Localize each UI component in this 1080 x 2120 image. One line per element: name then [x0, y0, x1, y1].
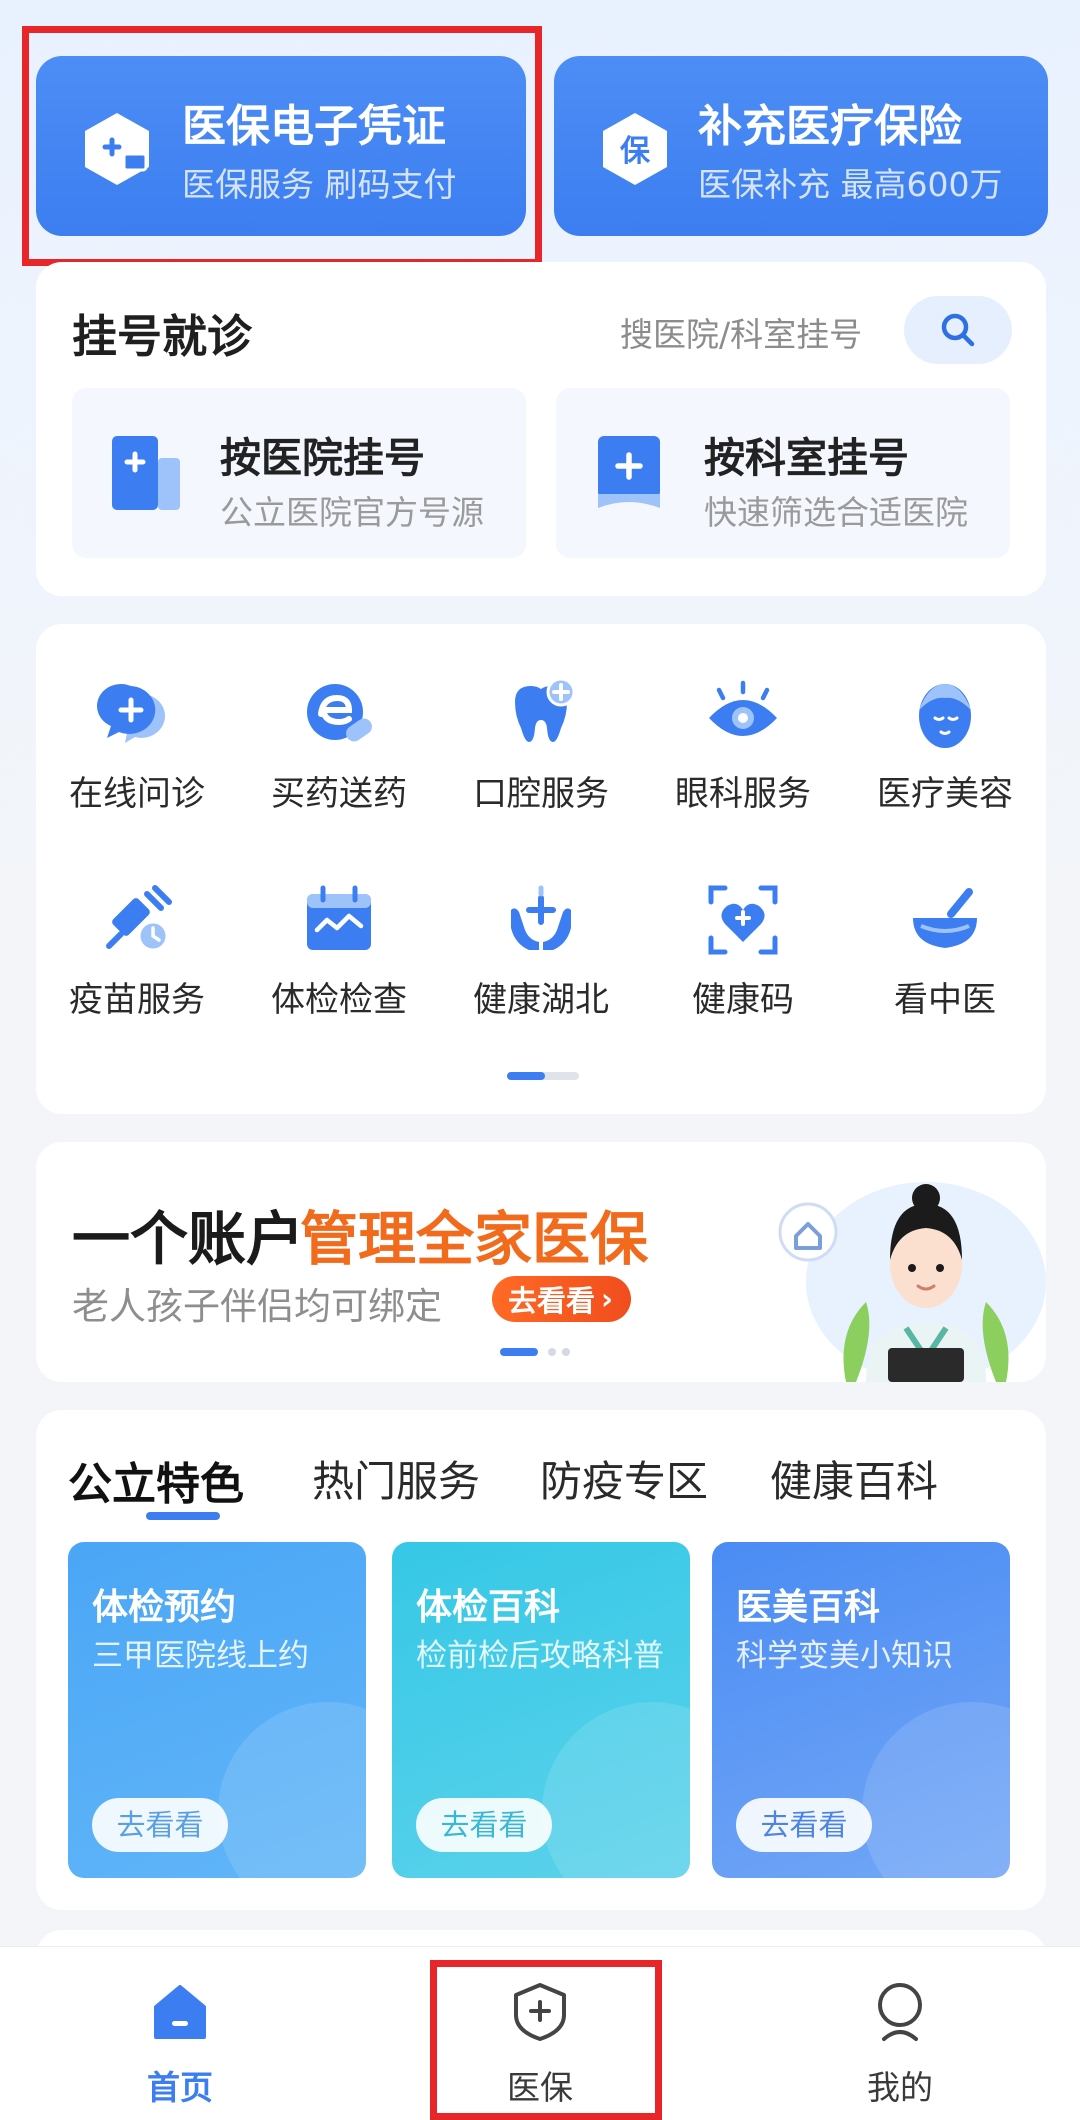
nav-label: 首页 — [147, 2068, 213, 2107]
bottom-navigation: 首页 医保 我的 — [0, 1946, 1080, 2120]
feature-card-title: 体检预约 — [92, 1587, 237, 1628]
supplementary-insurance-card[interactable]: 保 补充医疗保险 医保补充 最高600万 — [554, 56, 1048, 236]
insurance-badge-text: 保 — [620, 134, 650, 169]
service-online-consult[interactable]: 在线问诊 — [36, 644, 238, 824]
service-label: 医疗美容 — [877, 774, 1013, 814]
card-decoration — [218, 1702, 366, 1878]
service-grid-pager — [507, 1072, 579, 1080]
family-account-banner[interactable]: 一个账户 管理全家医保 老人孩子伴侣均可绑定 去看看 › — [36, 1142, 1046, 1382]
feature-card-button[interactable]: 去看看 — [92, 1798, 228, 1852]
service-label: 健康码 — [692, 980, 794, 1020]
pager-thumb — [507, 1072, 545, 1080]
medical-insurance-ecard[interactable]: 医保电子凭证 医保服务 刷码支付 — [36, 56, 526, 236]
tcm-mortar-icon — [913, 888, 977, 948]
service-label: 眼科服务 — [675, 774, 811, 814]
register-by-department[interactable]: 按科室挂号 快速筛选合适医院 — [556, 388, 1010, 558]
service-grid-panel: 在线问诊 买药送药 口腔服务 眼科服务 医疗美容 疫苗服务 体检检查 健康湖北 … — [36, 624, 1046, 1114]
medical-card-hex-icon — [85, 113, 149, 185]
service-medical-beauty[interactable]: 医疗美容 — [844, 644, 1046, 824]
active-tab-indicator — [146, 1512, 220, 1520]
ecard-title: 医保电子凭证 — [182, 101, 446, 152]
registration-search-button[interactable] — [904, 296, 1012, 364]
beauty-face-icon — [919, 684, 971, 748]
service-health-hubei[interactable]: 健康湖北 — [440, 850, 642, 1030]
register-by-hospital-title: 按医院挂号 — [220, 434, 425, 482]
card-decoration — [862, 1702, 1010, 1878]
feature-card-subtitle: 三甲医院线上约 — [92, 1638, 309, 1674]
banner-title: 一个账户 — [72, 1205, 305, 1273]
service-label: 健康湖北 — [473, 980, 609, 1020]
nav-label: 我的 — [867, 2068, 933, 2107]
banner-title-accent: 管理全家医保 — [300, 1205, 649, 1273]
register-by-hospital[interactable]: 按医院挂号 公立医院官方号源 — [72, 388, 526, 558]
ecard-subtitle: 医保服务 刷码支付 — [182, 165, 457, 204]
chevron-right-icon: › — [601, 1282, 613, 1316]
feature-card-title: 医美百科 — [736, 1587, 881, 1628]
registration-title: 挂号就诊 — [72, 310, 253, 363]
banner-button-label: 去看看 — [508, 1284, 596, 1318]
department-icon — [598, 436, 660, 508]
register-by-department-subtitle: 快速筛选合适医院 — [704, 493, 968, 532]
banner-carousel-dots — [500, 1348, 570, 1356]
service-ophthalmology[interactable]: 眼科服务 — [642, 644, 844, 824]
family-doctor-illustration — [778, 1182, 1046, 1382]
search-icon — [941, 313, 975, 347]
feature-card-checkup-wiki[interactable]: 体检百科 检前检后攻略科普 去看看 — [392, 1542, 690, 1878]
service-tcm[interactable]: 看中医 — [844, 850, 1046, 1030]
nav-profile[interactable]: 我的 — [800, 1947, 1000, 2120]
health-code-icon — [708, 885, 778, 955]
feature-card-beauty-wiki[interactable]: 医美百科 科学变美小知识 去看看 — [712, 1542, 1010, 1878]
tooth-icon — [515, 677, 576, 742]
nav-medical-insurance[interactable]: 医保 — [440, 1947, 640, 2120]
service-label: 看中医 — [894, 980, 996, 1020]
tab-public-features[interactable]: 公立特色 — [68, 1448, 244, 1512]
feature-card-button[interactable]: 去看看 — [736, 1798, 872, 1852]
medical-shield-icon — [514, 1983, 566, 2041]
feature-card-subtitle: 检前检后攻略科普 — [416, 1638, 664, 1674]
medicine-delivery-icon — [307, 684, 372, 742]
tab-epidemic-prevention[interactable]: 防疫专区 — [540, 1448, 708, 1509]
eye-icon — [709, 680, 777, 736]
service-label: 疫苗服务 — [69, 980, 205, 1020]
banner-go-button[interactable]: 去看看 › — [492, 1276, 631, 1322]
nav-home[interactable]: 首页 — [80, 1947, 280, 2120]
service-dental[interactable]: 口腔服务 — [440, 644, 642, 824]
feature-card-subtitle: 科学变美小知识 — [736, 1638, 953, 1674]
online-consult-icon — [97, 684, 165, 743]
banner-subtitle: 老人孩子伴侣均可绑定 — [72, 1285, 442, 1328]
service-label: 体检检查 — [271, 980, 407, 1020]
register-by-department-title: 按科室挂号 — [704, 434, 909, 482]
featured-content-panel: 公立特色 热门服务 防疫专区 健康百科 体检预约 三甲医院线上约 去看看 体检百… — [36, 1410, 1046, 1910]
checkup-icon — [307, 885, 371, 950]
service-physical-exam[interactable]: 体检检查 — [238, 850, 440, 1030]
insurance-subtitle: 医保补充 最高600万 — [698, 165, 1003, 204]
registration-search-hint[interactable]: 搜医院/科室挂号 — [620, 308, 862, 356]
vaccine-icon — [106, 885, 172, 952]
tab-popular-services[interactable]: 热门服务 — [312, 1448, 480, 1509]
service-health-code[interactable]: 健康码 — [642, 850, 844, 1030]
registration-panel: 挂号就诊 搜医院/科室挂号 按医院挂号 公立医院官方号源 按科室挂号 快速筛选合… — [36, 262, 1046, 596]
service-label: 口腔服务 — [473, 774, 609, 814]
hospital-icon — [112, 436, 180, 510]
home-icon — [154, 1985, 206, 2039]
card-decoration — [542, 1702, 690, 1878]
feature-card-checkup-booking[interactable]: 体检预约 三甲医院线上约 去看看 — [68, 1542, 366, 1878]
nav-label: 医保 — [507, 2068, 573, 2107]
service-label: 买药送药 — [271, 774, 407, 814]
service-label: 在线问诊 — [69, 774, 205, 814]
insurance-title: 补充医疗保险 — [698, 101, 962, 152]
service-vaccine[interactable]: 疫苗服务 — [36, 850, 238, 1030]
register-by-hospital-subtitle: 公立医院官方号源 — [220, 493, 484, 532]
profile-icon — [878, 1983, 922, 2041]
feature-card-button[interactable]: 去看看 — [416, 1798, 552, 1852]
service-medicine-delivery[interactable]: 买药送药 — [238, 644, 440, 824]
tab-health-encyclopedia[interactable]: 健康百科 — [770, 1448, 938, 1509]
feature-card-title: 体检百科 — [416, 1587, 561, 1628]
health-hands-icon — [511, 885, 571, 950]
